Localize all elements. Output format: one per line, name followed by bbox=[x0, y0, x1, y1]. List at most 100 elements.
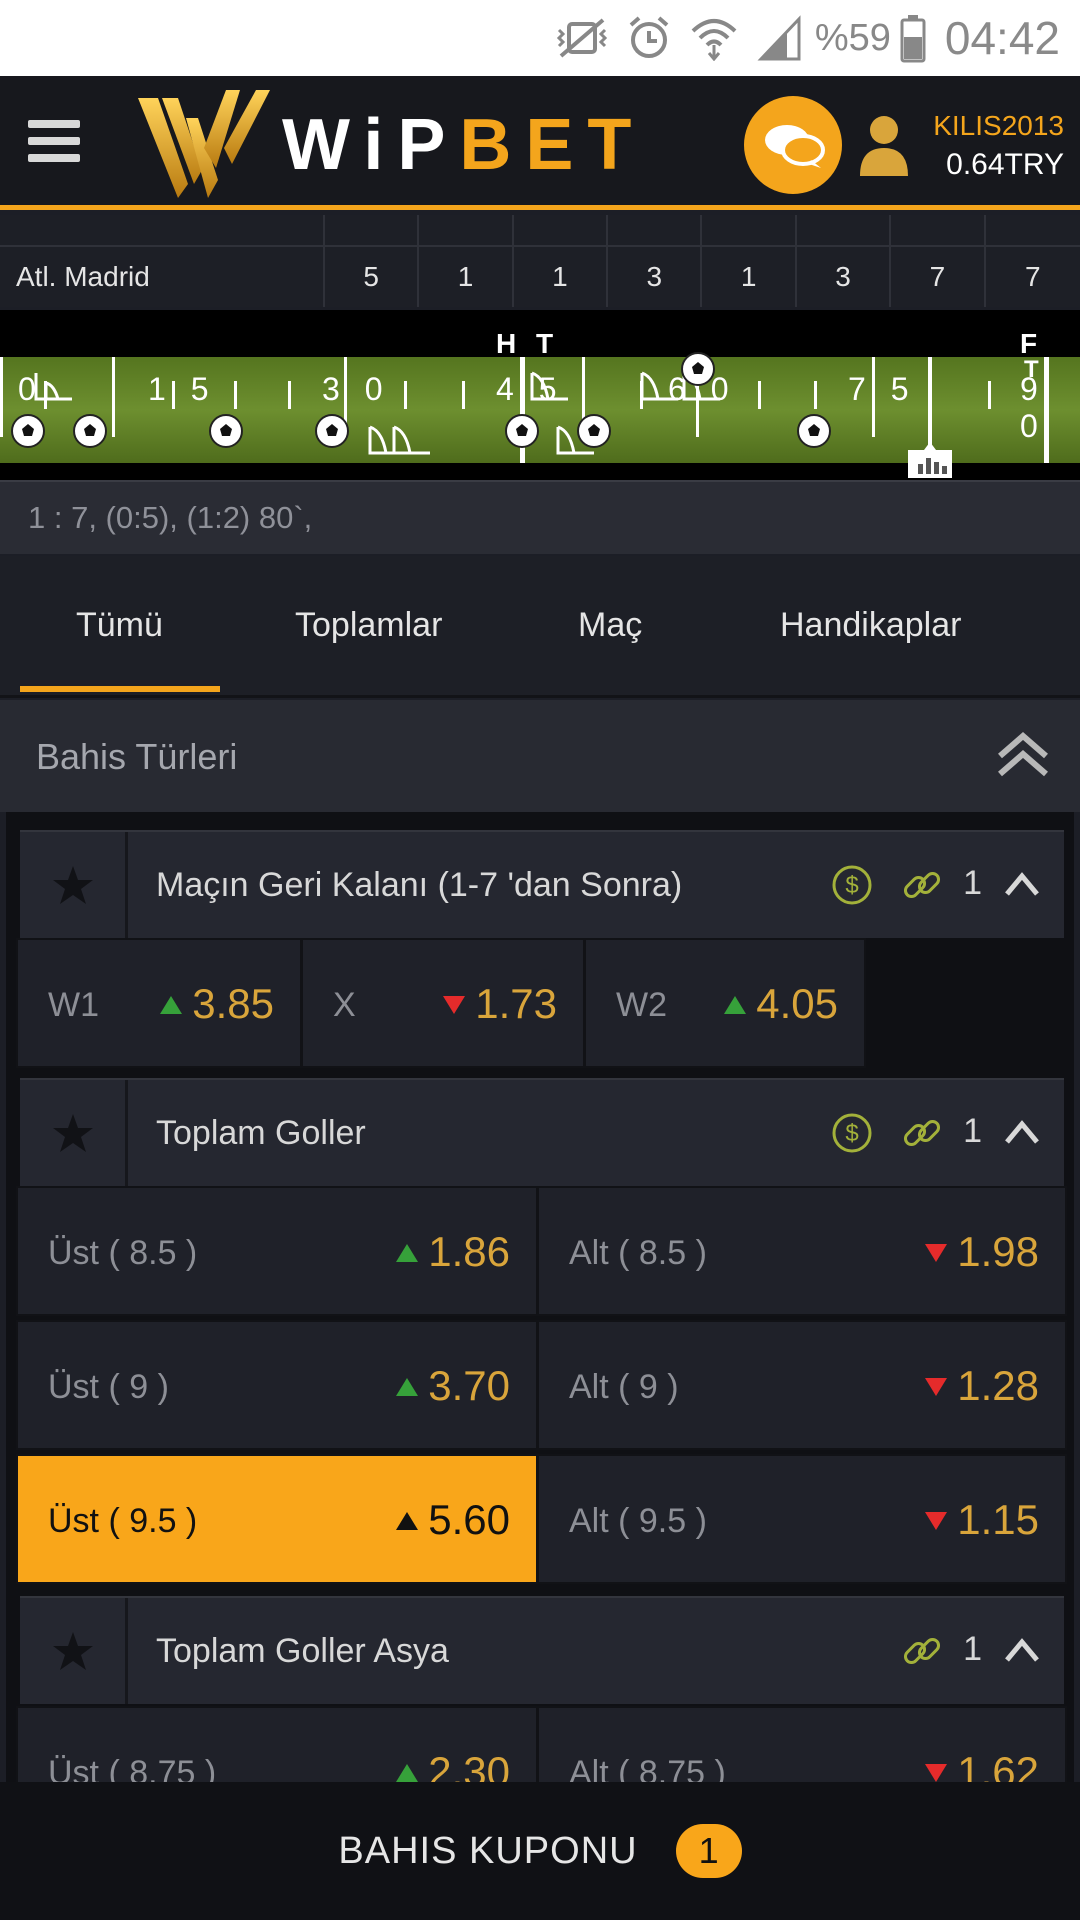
bet-coupon-count-badge: 1 bbox=[675, 1824, 742, 1878]
chevron-up-icon[interactable] bbox=[1004, 1636, 1040, 1664]
odd-button[interactable]: W1 3.85 bbox=[16, 938, 302, 1068]
cashout-dollar-icon: $ bbox=[832, 865, 872, 905]
clock: 04:42 bbox=[944, 12, 1060, 64]
score-summary: 1 : 7, (0:5), (1:2) 80`, bbox=[0, 480, 1080, 554]
link-icon bbox=[903, 871, 941, 899]
odd-button[interactable]: Alt ( 8.75 ) 1.62 bbox=[537, 1706, 1067, 1782]
bet-types-header[interactable]: Bahis Türleri bbox=[0, 700, 1080, 812]
market-count: 1 bbox=[963, 864, 982, 902]
match-stats-icon[interactable] bbox=[904, 410, 956, 480]
user-icon[interactable] bbox=[858, 114, 910, 183]
arrow-up-icon bbox=[396, 1378, 418, 1396]
chevron-up-icon[interactable] bbox=[1004, 1118, 1040, 1146]
odd-button[interactable]: Alt ( 9.5 ) 1.15 bbox=[537, 1454, 1067, 1584]
odd-button[interactable]: W2 4.05 bbox=[584, 938, 866, 1068]
odd-value: 3.85 bbox=[192, 980, 274, 1027]
score-row: Atl. Madrid 5 1 1 3 1 3 7 7 bbox=[0, 245, 1080, 307]
markets-list: Maçın Geri Kalanı (1-7 'dan Sonra) $ 1 W… bbox=[6, 812, 1074, 1782]
market-count: 1 bbox=[963, 1630, 982, 1668]
score-cell: 5 bbox=[325, 247, 420, 307]
odd-button[interactable]: Üst ( 8.5 ) 1.86 bbox=[16, 1186, 538, 1316]
odd-button[interactable]: Üst ( 9 ) 3.70 bbox=[16, 1320, 538, 1450]
score-cell: 7 bbox=[1024, 261, 1041, 292]
tab-all[interactable]: Tümü bbox=[76, 606, 163, 645]
corner-flag-icon bbox=[34, 373, 72, 401]
goal-ball-icon bbox=[577, 414, 611, 448]
goal-ball-icon bbox=[681, 352, 715, 386]
favorite-star-icon[interactable] bbox=[20, 1080, 128, 1186]
arrow-up-icon bbox=[396, 1244, 418, 1262]
bet-types-title: Bahis Türleri bbox=[36, 736, 238, 777]
wifi-icon bbox=[689, 15, 739, 61]
odd-value: 1.28 bbox=[957, 1362, 1039, 1409]
goal-ball-icon bbox=[797, 414, 831, 448]
battery-icon bbox=[899, 13, 927, 63]
score-row-partial bbox=[0, 215, 1080, 245]
market-header[interactable]: Toplam Goller $ 1 bbox=[20, 1078, 1064, 1186]
odd-button[interactable]: Alt ( 8.5 ) 1.98 bbox=[537, 1186, 1067, 1316]
market-count: 1 bbox=[963, 1112, 982, 1150]
odd-label: Üst ( 9 ) bbox=[48, 1368, 169, 1406]
timeline-minute: 1 5 bbox=[148, 371, 217, 407]
corner-flag-icon bbox=[530, 371, 568, 401]
signal-icon bbox=[757, 15, 803, 61]
account-balance: 0.64TRY bbox=[946, 148, 1064, 181]
tab-totals[interactable]: Toplamlar bbox=[295, 606, 442, 645]
corner-flag-icon bbox=[392, 425, 430, 455]
score-cell: 3 bbox=[797, 247, 892, 307]
menu-icon[interactable] bbox=[28, 120, 80, 168]
brand-name-gold: BET bbox=[459, 105, 646, 185]
goal-ball-icon bbox=[209, 414, 243, 448]
active-tab-indicator bbox=[20, 686, 220, 692]
link-icon bbox=[903, 1119, 941, 1147]
arrow-up-icon bbox=[396, 1764, 418, 1782]
odd-value: 1.98 bbox=[957, 1228, 1039, 1275]
chevron-up-icon[interactable] bbox=[1004, 870, 1040, 898]
arrow-down-icon bbox=[443, 996, 465, 1014]
alarm-icon bbox=[627, 15, 671, 61]
odd-button[interactable]: Üst ( 8.75 ) 2.30 bbox=[16, 1706, 538, 1782]
odd-label: Alt ( 8.5 ) bbox=[569, 1234, 707, 1272]
odd-button-selected[interactable]: Üst ( 9.5 ) 5.60 bbox=[16, 1454, 538, 1584]
market-title: Toplam Goller Asya bbox=[156, 1632, 449, 1670]
team-name: Atl. Madrid bbox=[0, 247, 325, 307]
tab-match[interactable]: Maç bbox=[578, 606, 642, 645]
bet-coupon-label: BAHIS KUPONU bbox=[338, 1829, 638, 1872]
odd-value: 5.60 bbox=[428, 1496, 510, 1543]
full-time-label-2: T bbox=[1024, 356, 1045, 383]
goal-ball-icon bbox=[73, 414, 107, 448]
favorite-star-icon[interactable] bbox=[20, 832, 128, 938]
odd-button[interactable]: Alt ( 9 ) 1.28 bbox=[537, 1320, 1067, 1450]
arrow-up-icon bbox=[396, 1512, 418, 1530]
odd-button[interactable]: X 1.73 bbox=[301, 938, 585, 1068]
chat-bubbles-icon bbox=[765, 125, 825, 168]
arrow-up-icon bbox=[724, 996, 746, 1014]
favorite-star-icon[interactable] bbox=[20, 1598, 128, 1704]
odd-value: 1.86 bbox=[428, 1228, 510, 1275]
arrow-down-icon bbox=[925, 1378, 947, 1396]
goal-ball-icon bbox=[11, 414, 45, 448]
double-chevron-up-icon[interactable] bbox=[996, 730, 1050, 778]
odd-label: Üst ( 9.5 ) bbox=[48, 1502, 198, 1540]
status-bar: %59 04:42 bbox=[0, 0, 1080, 76]
market-header[interactable]: Maçın Geri Kalanı (1-7 'dan Sonra) $ 1 bbox=[20, 830, 1064, 938]
app-header: WiPBET KILIS2013 0.64TRY bbox=[0, 76, 1080, 210]
chat-button[interactable] bbox=[744, 96, 842, 194]
timeline-minute: 3 0 bbox=[322, 371, 391, 407]
tab-handicaps[interactable]: Handikaplar bbox=[780, 606, 961, 645]
cashout-dollar-icon: $ bbox=[832, 1113, 872, 1153]
timeline-minute: 7 5 bbox=[848, 371, 917, 407]
arrow-down-icon bbox=[925, 1244, 947, 1262]
odd-label: Alt ( 9 ) bbox=[569, 1368, 679, 1406]
score-cell: 3 bbox=[608, 247, 703, 307]
odd-value: 1.62 bbox=[957, 1748, 1039, 1782]
arrow-down-icon bbox=[925, 1764, 947, 1782]
odd-label: Üst ( 8.75 ) bbox=[48, 1754, 217, 1782]
svg-text:$: $ bbox=[845, 1120, 858, 1147]
market-header[interactable]: Toplam Goller Asya 1 bbox=[20, 1596, 1064, 1704]
odd-value: 1.15 bbox=[957, 1496, 1039, 1543]
bet-coupon-bar[interactable]: BAHIS KUPONU 1 bbox=[0, 1782, 1080, 1920]
odd-label: Alt ( 8.75 ) bbox=[569, 1754, 726, 1782]
score-cell: 7 bbox=[891, 247, 986, 307]
username[interactable]: KILIS2013 bbox=[933, 110, 1064, 142]
